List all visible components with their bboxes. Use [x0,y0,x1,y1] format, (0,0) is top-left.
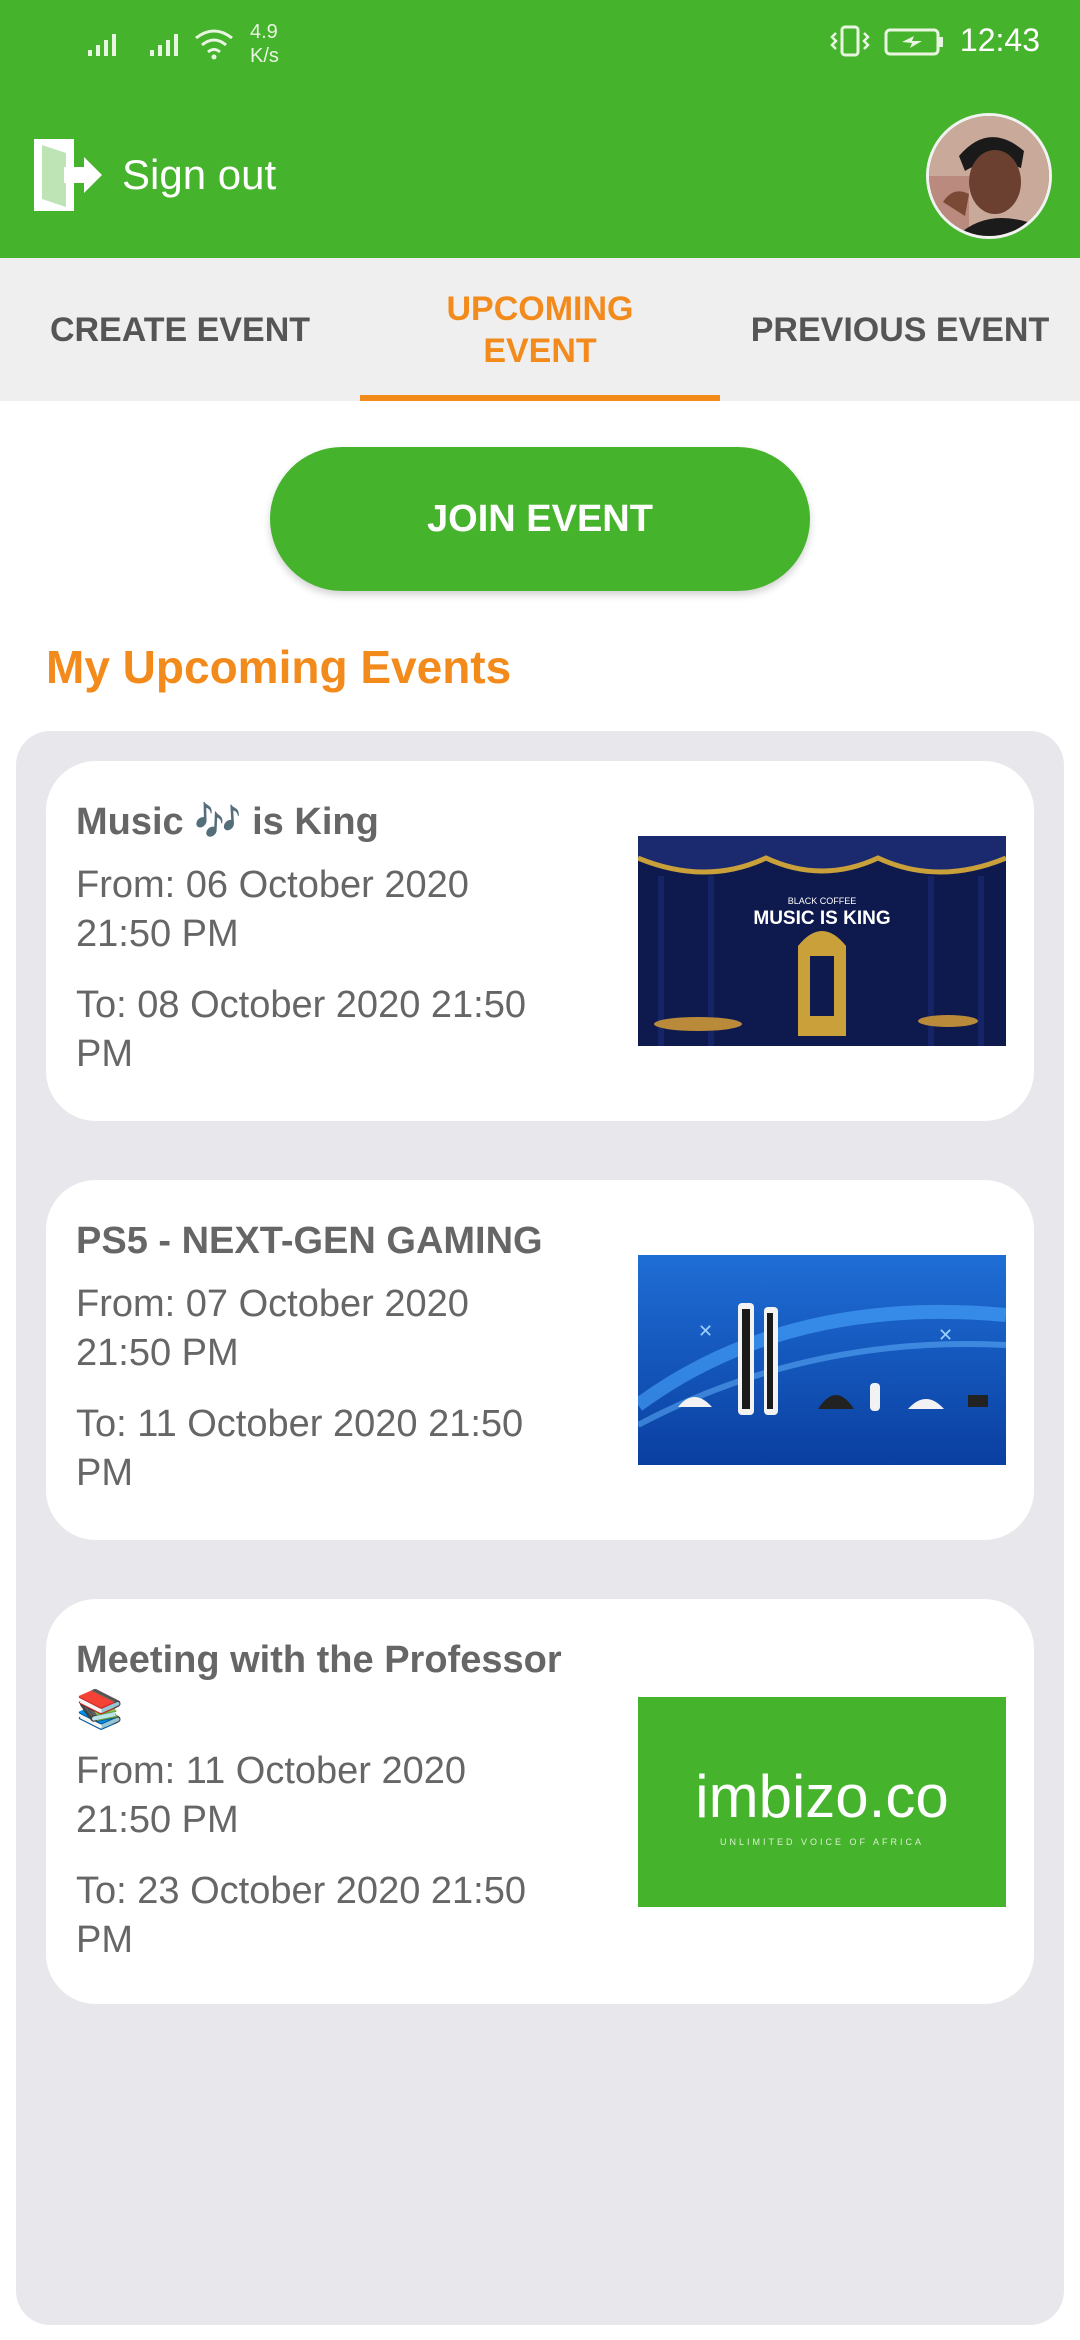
tab-upcoming-event-label-2: EVENT [483,331,597,370]
svg-text:✕: ✕ [698,1321,713,1341]
ps5-image: ✕ ✕ [638,1255,1006,1465]
status-right: 12:43 [830,22,1040,59]
sign-out-button[interactable]: Sign out [28,135,276,215]
join-event-label: JOIN EVENT [427,497,653,540]
tab-upcoming-event[interactable]: UPCOMING EVENT [360,258,720,401]
event-thumbnail: ✕ ✕ [638,1255,1006,1465]
event-to: To: 08 October 2020 21:50 PM [76,981,636,1079]
events-list[interactable]: Music 🎶 is King From: 06 October 2020 21… [16,731,1064,2325]
net-speed-unit: K/s [250,45,279,67]
event-from-time: 21:50 PM [76,1799,239,1841]
join-event-button[interactable]: JOIN EVENT [270,447,810,591]
event-card[interactable]: Meeting with the Professor 📚 From: 11 Oc… [46,1599,1034,2004]
tab-upcoming-event-label-1: UPCOMING [446,289,634,328]
event-thumbnail: imbizo.co UNLIMITED VOICE OF AFRICA [638,1697,1006,1907]
event-thumbnail: BLACK COFFEE MUSIC IS KING [638,836,1006,1046]
wifi-icon [195,29,233,60]
event-to-date: To: 23 October 2020 21:50 [76,1870,526,1912]
event-from: From: 11 October 2020 21:50 PM [76,1747,636,1845]
event-from-date: From: 06 October 2020 [76,864,469,906]
battery-charging-icon [884,28,943,55]
event-from-time: 21:50 PM [76,913,239,955]
section-title: My Upcoming Events [46,641,512,693]
event-to-date: To: 08 October 2020 21:50 [76,984,526,1026]
event-from: From: 06 October 2020 21:50 PM [76,861,636,959]
music-is-king-image: BLACK COFFEE MUSIC IS KING [638,836,1006,1046]
thumb-logo: imbizo.co [695,1763,948,1830]
event-title: PS5 - NEXT-GEN GAMING [76,1220,543,1262]
event-to: To: 23 October 2020 21:50 PM [76,1867,636,1965]
avatar-photo [929,116,1049,236]
event-card[interactable]: PS5 - NEXT-GEN GAMING From: 07 October 2… [46,1180,1034,1540]
cell-signal-icon [88,34,116,56]
status-time: 12:43 [959,22,1040,58]
thumb-caption-big: MUSIC IS KING [753,908,890,929]
event-from-date: From: 11 October 2020 [76,1750,467,1792]
avatar[interactable] [926,113,1052,239]
svg-text:✕: ✕ [938,1325,953,1345]
event-card[interactable]: Music 🎶 is King From: 06 October 2020 21… [46,761,1034,1121]
tab-previous-event[interactable]: PREVIOUS EVENT [720,258,1080,401]
thumb-caption-small: BLACK COFFEE [788,896,857,906]
thumb-tagline: UNLIMITED VOICE OF AFRICA [720,1837,924,1847]
status-bar: 4.9 K/s 12:43 [0,0,1080,90]
event-title: Music 🎶 is King [76,801,379,843]
tab-previous-event-label: PREVIOUS EVENT [750,310,1050,349]
tab-bar: CREATE EVENT UPCOMING EVENT PREVIOUS EVE… [0,258,1080,401]
event-to-time: PM [76,1452,133,1494]
active-tab-indicator [360,395,720,401]
event-from: From: 07 October 2020 21:50 PM [76,1280,636,1378]
net-speed-value: 4.9 [250,21,278,43]
vibrate-icon [830,25,870,56]
app-header: 4.9 K/s 12:43 Sign out [0,0,1080,258]
imbizo-logo-image: imbizo.co UNLIMITED VOICE OF AFRICA [638,1697,1006,1907]
event-to: To: 11 October 2020 21:50 PM [76,1400,636,1498]
event-to-time: PM [76,1919,133,1961]
tab-create-event[interactable]: CREATE EVENT [0,258,360,401]
cell-signal-icon-2 [150,34,178,56]
tab-create-event-label: CREATE EVENT [49,310,311,349]
sign-out-label: Sign out [122,151,277,198]
net-speed: 4.9 K/s [250,20,279,68]
event-to-date: To: 11 October 2020 21:50 [76,1403,524,1445]
event-from-date: From: 07 October 2020 [76,1283,469,1325]
event-to-time: PM [76,1033,133,1075]
event-title: Meeting with the Professor 📚 [76,1639,562,1731]
event-from-time: 21:50 PM [76,1332,239,1374]
sign-out-icon [34,139,102,211]
